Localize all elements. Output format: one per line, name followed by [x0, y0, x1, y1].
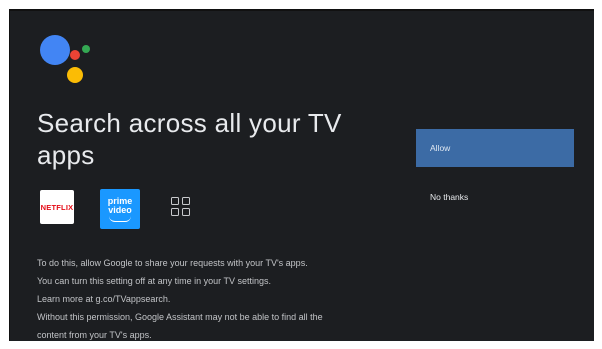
allow-button[interactable]: Allow — [416, 129, 574, 167]
assistant-red-dot — [70, 50, 80, 60]
apps-grid-icon — [171, 197, 193, 219]
screenshot-frame: Search across all your TV apps NETFLIX p… — [0, 0, 602, 349]
description-line: To do this, allow Google to share your r… — [37, 258, 308, 268]
prime-label-line2: video — [108, 204, 132, 215]
netflix-label: NETFLIX — [40, 202, 74, 212]
prime-video-logo: prime video — [100, 189, 140, 229]
no-thanks-button[interactable]: No thanks — [416, 183, 574, 211]
assistant-green-dot — [82, 45, 90, 53]
learn-more-line: Learn more at g.co/TVappsearch. — [37, 294, 171, 304]
assistant-yellow-dot — [67, 67, 83, 83]
prime-smile-icon — [109, 216, 131, 222]
tv-screen: Search across all your TV apps NETFLIX p… — [9, 9, 594, 341]
description-line: content from your TV's apps. — [37, 330, 152, 340]
description-line: Without this permission, Google Assistan… — [37, 312, 323, 322]
google-assistant-logo — [40, 35, 96, 91]
page-title: Search across all your TV apps — [37, 108, 342, 170]
description-line: You can turn this setting off at any tim… — [37, 276, 271, 286]
netflix-logo: NETFLIX — [40, 190, 74, 224]
assistant-blue-dot — [40, 35, 70, 65]
permission-description: To do this, allow Google to share your r… — [37, 254, 417, 341]
